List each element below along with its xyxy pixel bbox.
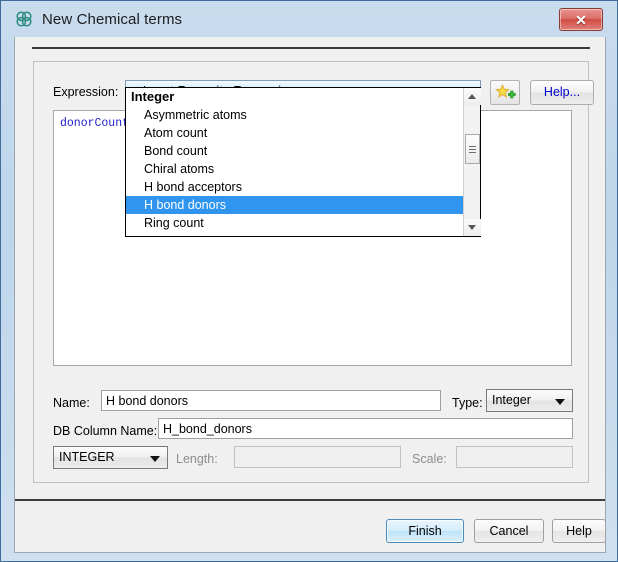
add-favourite-button[interactable] <box>490 80 520 105</box>
scroll-down-button[interactable] <box>464 219 481 236</box>
chevron-down-icon <box>555 399 565 405</box>
molecule-icon <box>15 10 33 28</box>
sql-type-value: INTEGER <box>59 450 115 464</box>
db-column-name-label: DB Column Name: <box>53 424 158 438</box>
list-item[interactable]: Chiral atoms <box>126 160 463 178</box>
dialog-footer: Finish Cancel Help <box>15 501 606 551</box>
triangle-up-icon <box>468 94 476 99</box>
list-item[interactable]: Bond count <box>126 142 463 160</box>
length-input <box>234 446 401 468</box>
type-combobox[interactable]: Integer <box>486 389 573 412</box>
sql-type-combobox[interactable]: INTEGER <box>53 446 168 469</box>
scale-label: Scale: <box>412 452 447 466</box>
list-item[interactable]: Asymmetric atoms <box>126 106 463 124</box>
list-item[interactable]: H bond acceptors <box>126 178 463 196</box>
length-label: Length: <box>176 452 218 466</box>
star-plus-icon <box>495 83 516 101</box>
list-item[interactable]: Atom count <box>126 124 463 142</box>
grip-line <box>469 146 476 147</box>
close-icon: ✕ <box>575 11 587 28</box>
dialog-client-area: Expression: < Insert Favourite Expressio… <box>14 37 606 553</box>
scrollbar-thumb[interactable] <box>465 134 480 164</box>
top-separator <box>32 47 590 49</box>
close-button[interactable]: ✕ <box>559 8 603 31</box>
dropdown-list[interactable]: Integer Asymmetric atoms Atom count Bond… <box>126 88 463 236</box>
type-value: Integer <box>492 393 531 407</box>
list-item[interactable]: Ring count <box>126 214 463 232</box>
type-label: Type: <box>452 396 483 410</box>
title-bar: New Chemical terms ✕ <box>1 1 611 37</box>
cancel-button[interactable]: Cancel <box>474 519 544 543</box>
favourite-expression-dropdown-popup[interactable]: Integer Asymmetric atoms Atom count Bond… <box>125 87 481 237</box>
grip-line <box>469 149 476 150</box>
name-input[interactable] <box>101 390 441 411</box>
finish-button[interactable]: Finish <box>386 519 464 543</box>
chevron-down-icon <box>150 456 160 462</box>
name-label: Name: <box>53 396 90 410</box>
triangle-down-icon <box>468 225 476 230</box>
window-title: New Chemical terms <box>42 10 183 28</box>
expression-label: Expression: <box>53 85 119 99</box>
scroll-up-button[interactable] <box>464 88 481 105</box>
dropdown-scrollbar[interactable] <box>463 88 481 236</box>
help-button[interactable]: Help <box>552 519 606 543</box>
expression-help-button[interactable]: Help... <box>530 80 594 105</box>
list-item-selected[interactable]: H bond donors <box>126 196 463 214</box>
dialog-window: New Chemical terms ✕ Expression: < Inser… <box>0 0 618 562</box>
scale-input <box>456 446 573 468</box>
main-content-panel: Expression: < Insert Favourite Expressio… <box>33 61 594 483</box>
db-column-name-input[interactable] <box>158 418 573 439</box>
expression-text-content: donorCount <box>60 117 130 130</box>
grip-line <box>469 152 476 153</box>
list-item-group: Integer <box>131 89 175 104</box>
